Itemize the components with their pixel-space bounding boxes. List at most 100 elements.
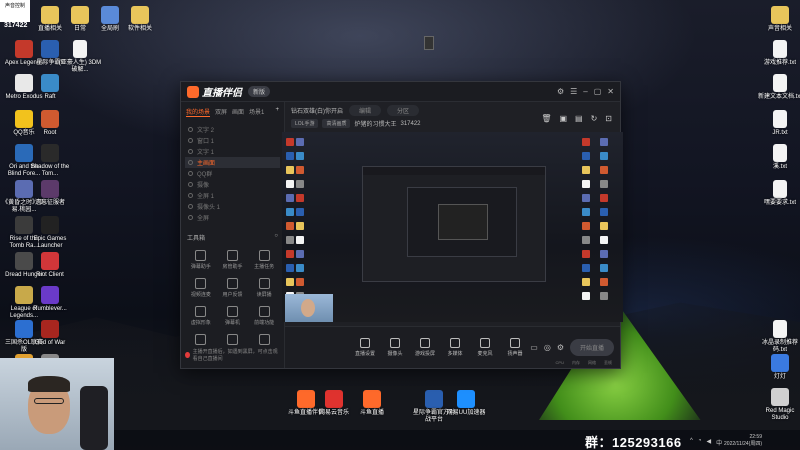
maximize-icon[interactable]: ▢ (594, 87, 602, 96)
eye-icon[interactable] (188, 215, 193, 220)
window-titlebar[interactable]: 直播伴侣 新版 ⚙ ☰ – ▢ ✕ (181, 82, 620, 102)
desktop-icon[interactable]: 游戏推荐.txt (758, 40, 800, 67)
webcam-overlay[interactable] (285, 294, 333, 322)
bottom-tool[interactable]: 直播设置 (351, 338, 379, 357)
tab-scene-1[interactable]: 场景1 (249, 107, 264, 117)
quality-chip[interactable]: 高清画质 (322, 119, 351, 128)
settings-icon[interactable]: ⚙ (557, 87, 564, 96)
eye-icon[interactable] (188, 160, 193, 165)
app-icon (41, 252, 59, 270)
bottom-tool[interactable]: 多媒体 (441, 338, 469, 357)
chevron-up-icon[interactable]: ^ (690, 438, 693, 447)
desktop-icon[interactable]: Riot Client (28, 252, 72, 279)
desktop-icon-label: 声音相关 (767, 26, 792, 32)
version-pill[interactable]: 新版 (248, 86, 271, 97)
toolbox-item[interactable]: 房管助手 (217, 250, 249, 270)
bottom-tool[interactable]: 扬声器 (501, 338, 529, 357)
scene-row[interactable]: 摄像头 1 (185, 201, 280, 212)
toolbox-item[interactable]: 读屏播 (248, 278, 280, 298)
ime-icon[interactable]: 中 (716, 438, 722, 447)
rotate-icon[interactable]: ↻ (591, 114, 598, 123)
app-icon (773, 110, 787, 128)
tray-shortcut-icon[interactable] (424, 36, 434, 50)
desktop-icon[interactable]: Raft (28, 74, 72, 101)
bottom-tool-label: 多媒体 (447, 351, 463, 357)
record-icon[interactable]: ◎ (544, 343, 551, 352)
layout-icon[interactable]: ▤ (575, 114, 583, 123)
toolbox-item[interactable] (248, 334, 280, 347)
eye-icon[interactable] (188, 138, 193, 143)
desktop-icon[interactable]: 溪.txt (758, 144, 800, 171)
desktop-icon[interactable]: 冰晶录制推荐码.txt (758, 320, 800, 354)
desktop-icon[interactable]: JR.txt (758, 110, 800, 137)
toolbox-item[interactable]: 弹幕机 (217, 306, 249, 326)
tab-canvas[interactable]: 画面 (232, 107, 244, 117)
desktop-icon[interactable]: Rumblever... (28, 286, 72, 313)
toolbox-item[interactable]: 虚拟形象 (185, 306, 217, 326)
close-icon[interactable]: ✕ (607, 87, 614, 96)
desktop-icon[interactable]: 遗忘征服者 (28, 180, 72, 207)
scene-row[interactable]: 文字 2 (185, 124, 280, 135)
game-chip[interactable]: LOL手游 (291, 119, 319, 128)
minimize-icon[interactable]: – (583, 87, 587, 96)
preview-settings-icon[interactable]: ⊡ (605, 114, 612, 123)
title-edit-field[interactable]: 编辑 (349, 105, 382, 116)
bottom-tool[interactable]: 摄像头 (381, 338, 409, 357)
scene-row[interactable]: QQ群 (185, 168, 280, 179)
scene-row[interactable]: 全屏 (185, 212, 280, 223)
toolbox-item[interactable]: 前端功能 (248, 306, 280, 326)
speaker-icon[interactable]: ◀ (706, 438, 711, 447)
tab-my-scenes[interactable]: 我的场景 (186, 107, 211, 117)
screenshot-icon[interactable]: ▣ (559, 114, 567, 123)
scene-row[interactable]: 窗口 1 (185, 135, 280, 146)
preview-mini-icon (286, 166, 294, 174)
category-field[interactable]: 分区 (387, 105, 420, 116)
stream-title[interactable]: 钻石双雄(白)你开启 (291, 106, 343, 115)
desktop-icon[interactable]: Epic Games Launcher (28, 216, 72, 250)
eye-icon[interactable] (188, 204, 193, 209)
toolbox-item[interactable]: 用户反馈 (217, 278, 249, 298)
scene-row[interactable]: 主画面 (185, 157, 280, 168)
network-icon[interactable]: ◔ (698, 438, 702, 447)
add-scene-icon[interactable]: + (275, 107, 279, 117)
scene-row[interactable]: 文字 1 (185, 146, 280, 157)
live-preview[interactable] (282, 132, 623, 322)
go-live-button[interactable]: 开始直播 (569, 339, 614, 356)
camera-icon[interactable]: ▭ (530, 343, 538, 352)
desktop-icon[interactable]: 灯灯 (758, 354, 800, 381)
desktop-icon[interactable]: (亚豪人生) 3DM破解... (58, 40, 102, 74)
desktop-icon[interactable]: Root (28, 110, 72, 137)
desktop-icon[interactable]: 声音相关 (758, 6, 800, 33)
toolbox-item[interactable] (217, 334, 249, 347)
eye-icon[interactable] (188, 171, 193, 176)
trash-icon[interactable]: 🗑 (541, 114, 551, 123)
bottom-tool[interactable]: 游戏投屏 (411, 338, 439, 357)
eye-icon[interactable] (188, 182, 193, 187)
toolbox-item[interactable]: 弹幕助手 (185, 250, 217, 270)
preview-mini-icon (600, 194, 608, 202)
desktop-icon[interactable]: 网易UU加速器 (444, 390, 488, 417)
desktop-icon[interactable]: 软件相关 (118, 6, 162, 33)
toolbox-item[interactable] (185, 334, 217, 347)
toolbox-expand-icon[interactable]: ○ (274, 233, 278, 242)
desktop-icon[interactable]: 斗鱼直播 (350, 390, 394, 417)
scene-row[interactable]: 摄像 (185, 179, 280, 190)
eye-icon[interactable] (188, 127, 193, 132)
desktop-icon[interactable]: Red Magic Studio (758, 388, 800, 422)
desktop-icon[interactable]: 新建文本文档.txt (758, 74, 800, 101)
eye-icon[interactable] (188, 193, 193, 198)
tool-icon (226, 278, 238, 289)
toolbox-item[interactable]: 视频连麦 (185, 278, 217, 298)
desktop-icon[interactable]: Shadow of the Tom... (28, 144, 72, 178)
toolbox-item[interactable]: 主播任务 (248, 250, 280, 270)
menu-icon[interactable]: ☰ (570, 87, 577, 96)
gear-icon[interactable]: ⚙ (557, 343, 564, 352)
taskbar-clock[interactable]: 22:59 2022/11/24(周四) (724, 434, 762, 447)
scene-row[interactable]: 全屏 1 (185, 190, 280, 201)
eye-icon[interactable] (188, 149, 193, 154)
desktop-icon[interactable]: 嘿要要求.txt (758, 180, 800, 207)
preview-mini-icon (296, 264, 304, 272)
tab-dual-screen[interactable]: 双屏 (215, 107, 227, 117)
bottom-tool[interactable]: 麦克风 (471, 338, 499, 357)
desktop-icon[interactable]: God of War (28, 320, 72, 347)
